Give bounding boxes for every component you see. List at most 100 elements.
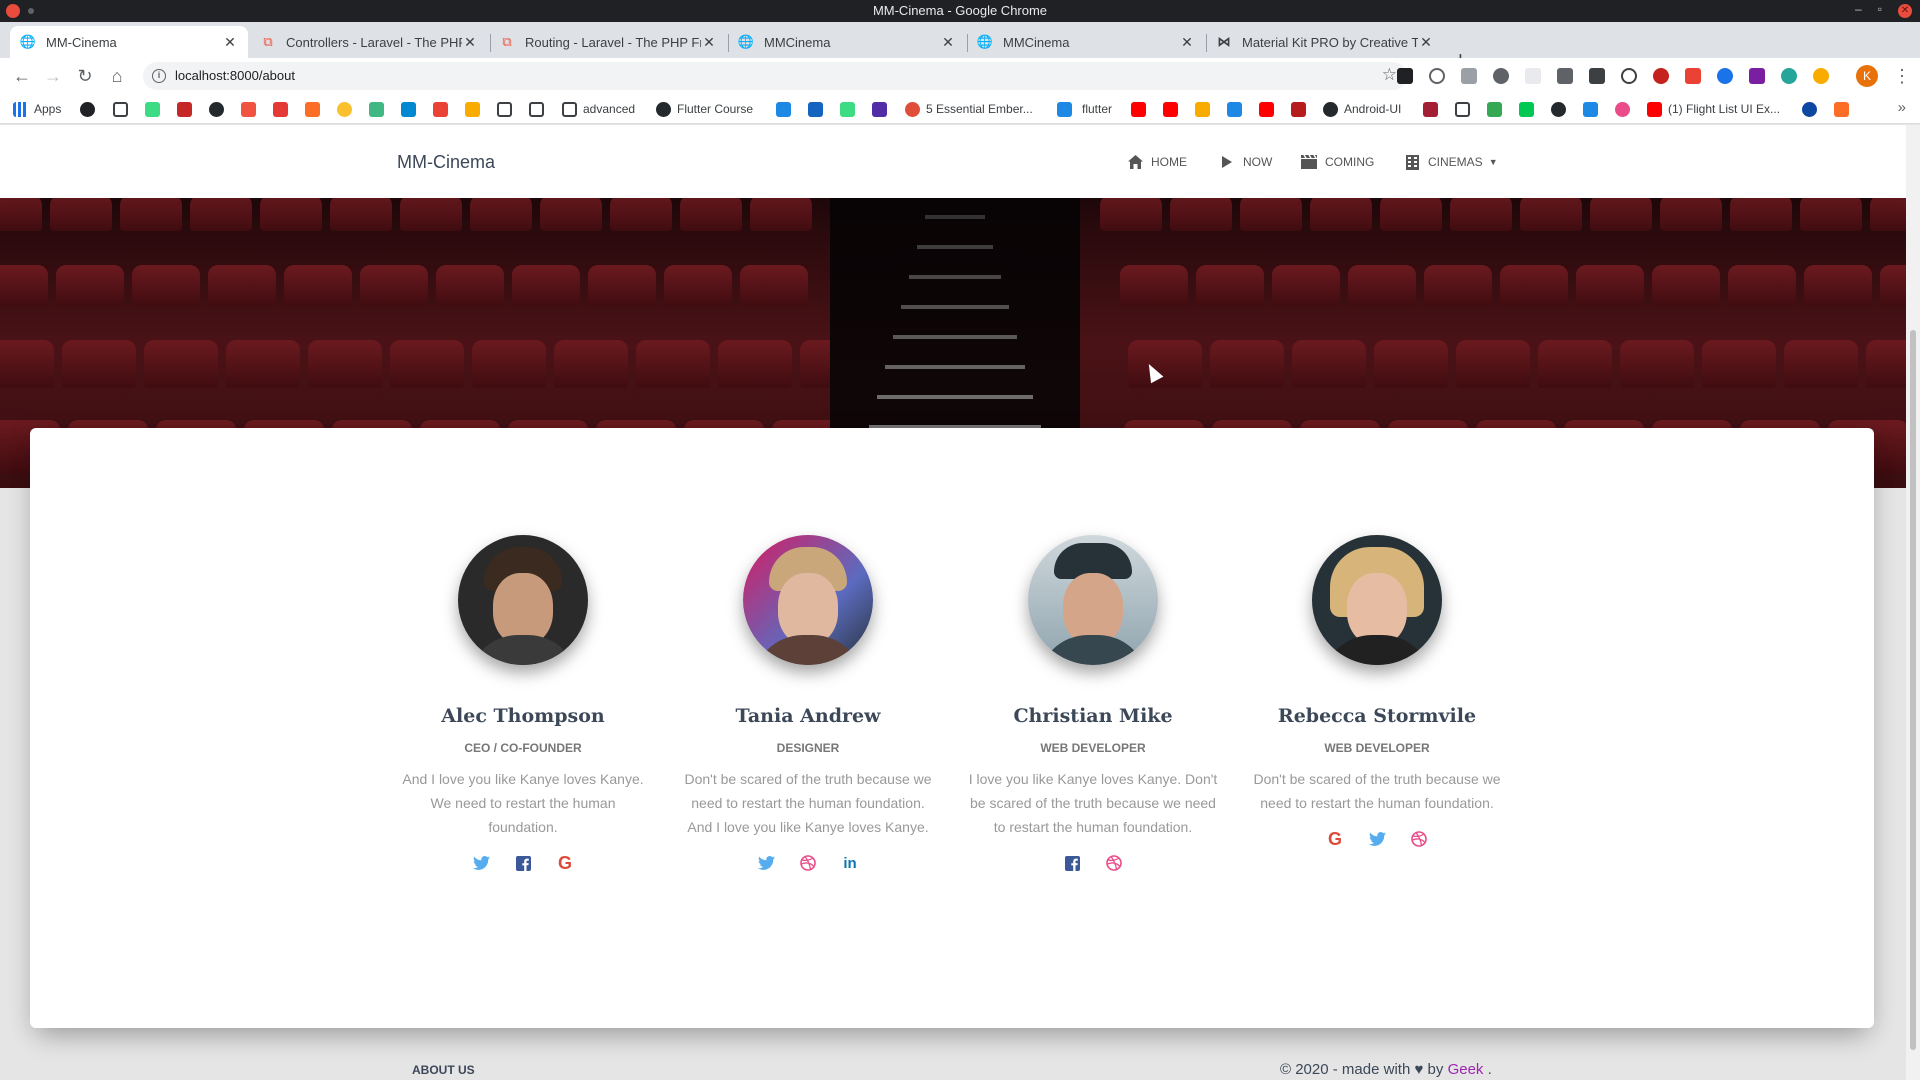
bookmark-item[interactable] bbox=[1291, 101, 1306, 117]
bookmark-item[interactable] bbox=[1615, 101, 1630, 117]
bookmark-android-ui[interactable]: Android-UI bbox=[1323, 101, 1401, 117]
bookmark-item[interactable] bbox=[1834, 101, 1849, 117]
bookmark-item[interactable] bbox=[1487, 101, 1502, 117]
address-bar[interactable]: i localhost:8000/about ☆ bbox=[143, 62, 1407, 90]
twitter-icon[interactable] bbox=[1367, 829, 1387, 849]
bookmark-item[interactable] bbox=[776, 101, 791, 117]
extension-icon[interactable] bbox=[1397, 68, 1413, 84]
extension-icon[interactable] bbox=[1781, 68, 1797, 84]
bookmark-advanced[interactable]: advanced bbox=[562, 101, 635, 117]
bookmark-item[interactable] bbox=[145, 101, 160, 117]
bookmark-item[interactable] bbox=[1423, 101, 1438, 117]
bookmark-item[interactable] bbox=[1163, 101, 1178, 117]
extension-icon[interactable] bbox=[1813, 68, 1829, 84]
bookmark-item[interactable] bbox=[465, 101, 480, 117]
nav-now[interactable]: NOW bbox=[1219, 154, 1272, 170]
tab-mm-cinema[interactable]: 🌐 MM-Cinema ✕ bbox=[10, 26, 248, 58]
bookmark-item[interactable] bbox=[1131, 101, 1146, 117]
tab-close-icon[interactable]: ✕ bbox=[462, 34, 478, 51]
bookmark-item[interactable] bbox=[1195, 101, 1210, 117]
extension-icon[interactable] bbox=[1493, 68, 1509, 84]
scrollbar-thumb[interactable] bbox=[1910, 330, 1916, 1050]
tab-controllers-laravel[interactable]: ⧉ Controllers - Laravel - The PHP Fr ✕ bbox=[250, 26, 488, 58]
bookmarks-overflow-icon[interactable]: » bbox=[1898, 99, 1906, 116]
bookmark-item[interactable] bbox=[209, 101, 224, 117]
tab-close-icon[interactable]: ✕ bbox=[1179, 34, 1195, 51]
bookmark-item[interactable] bbox=[808, 101, 823, 117]
bookmark-item[interactable] bbox=[177, 101, 192, 117]
minimize-icon[interactable]: – bbox=[1855, 2, 1862, 18]
dribbble-icon[interactable] bbox=[798, 853, 818, 873]
linkedin-icon[interactable]: in bbox=[840, 853, 860, 873]
url-text[interactable]: localhost:8000/about bbox=[175, 68, 295, 83]
extension-icon[interactable] bbox=[1749, 68, 1765, 84]
twitter-icon[interactable] bbox=[471, 853, 491, 873]
tab-close-icon[interactable]: ✕ bbox=[701, 34, 717, 51]
bookmark-item[interactable] bbox=[305, 101, 320, 117]
bookmark-item[interactable] bbox=[1455, 101, 1470, 117]
bookmark-item[interactable] bbox=[872, 101, 887, 117]
bookmark-item[interactable] bbox=[80, 101, 95, 117]
bookmark-item[interactable] bbox=[497, 101, 512, 117]
more-menu-icon[interactable]: ⋮ bbox=[1893, 64, 1911, 88]
extension-icon[interactable] bbox=[1653, 68, 1669, 84]
bookmark-item[interactable] bbox=[840, 101, 855, 117]
tab-close-icon[interactable]: ✕ bbox=[1418, 34, 1434, 51]
dribbble-icon[interactable] bbox=[1104, 853, 1124, 873]
close-window-icon[interactable]: ✕ bbox=[1898, 4, 1912, 18]
site-brand[interactable]: MM-Cinema bbox=[397, 152, 495, 173]
bookmark-item[interactable] bbox=[1551, 101, 1566, 117]
tab-material-kit-pro[interactable]: ⋈ Material Kit PRO by Creative Ti ✕ bbox=[1206, 26, 1444, 58]
facebook-icon[interactable] bbox=[1062, 853, 1082, 873]
nav-coming[interactable]: COMING bbox=[1301, 154, 1374, 170]
bookmark-item[interactable] bbox=[369, 101, 384, 117]
extension-icon[interactable] bbox=[1621, 68, 1637, 84]
author-link[interactable]: Geek bbox=[1448, 1061, 1484, 1078]
tab-close-icon[interactable]: ✕ bbox=[940, 34, 956, 51]
forward-icon[interactable]: → bbox=[41, 64, 65, 88]
bookmark-item[interactable] bbox=[1057, 101, 1072, 117]
bookmark-item[interactable] bbox=[401, 101, 416, 117]
bookmark-flutter-course[interactable]: Flutter Course bbox=[656, 101, 753, 117]
bookmark-ember[interactable]: 5 Essential Ember... bbox=[905, 101, 1033, 117]
tab-close-icon[interactable]: ✕ bbox=[222, 34, 238, 51]
bookmark-star-icon[interactable]: ☆ bbox=[1382, 65, 1397, 85]
google-icon[interactable]: G bbox=[1325, 829, 1345, 849]
page-scrollbar[interactable] bbox=[1906, 125, 1920, 1080]
facebook-icon[interactable] bbox=[513, 853, 533, 873]
extension-icon[interactable] bbox=[1589, 68, 1605, 84]
bookmark-item[interactable] bbox=[1259, 101, 1274, 117]
bookmark-item[interactable] bbox=[1519, 101, 1534, 117]
bookmark-item[interactable] bbox=[1227, 101, 1242, 117]
extension-icon[interactable] bbox=[1429, 68, 1445, 84]
nav-home[interactable]: HOME bbox=[1127, 154, 1187, 170]
bookmark-flutter[interactable]: flutter bbox=[1076, 101, 1112, 117]
twitter-icon[interactable] bbox=[756, 853, 776, 873]
nav-cinemas-dropdown[interactable]: CINEMAS ▼ bbox=[1404, 154, 1498, 170]
tab-mmcinema-1[interactable]: 🌐 MMCinema ✕ bbox=[728, 26, 966, 58]
footer-about-link[interactable]: ABOUT US bbox=[412, 1063, 475, 1077]
bookmark-item[interactable] bbox=[529, 101, 544, 117]
extension-icon[interactable] bbox=[1717, 68, 1733, 84]
back-icon[interactable]: ← bbox=[10, 64, 34, 88]
maximize-icon[interactable]: ▫ bbox=[1878, 2, 1882, 18]
bookmark-item[interactable] bbox=[1802, 101, 1817, 117]
bookmark-item[interactable] bbox=[433, 101, 448, 117]
bookmark-item[interactable] bbox=[241, 101, 256, 117]
site-info-icon[interactable]: i bbox=[152, 69, 166, 83]
extension-icon[interactable] bbox=[1461, 68, 1477, 84]
reload-icon[interactable]: ↻ bbox=[73, 64, 97, 88]
tab-mmcinema-2[interactable]: 🌐 MMCinema ✕ bbox=[967, 26, 1205, 58]
home-icon[interactable]: ⌂ bbox=[105, 64, 129, 88]
extension-icon[interactable] bbox=[1685, 68, 1701, 84]
tab-routing-laravel[interactable]: ⧉ Routing - Laravel - The PHP Fr ✕ bbox=[489, 26, 727, 58]
dribbble-icon[interactable] bbox=[1409, 829, 1429, 849]
bookmark-apps[interactable]: Apps bbox=[13, 101, 61, 117]
bookmark-item[interactable] bbox=[1583, 101, 1598, 117]
bookmark-item[interactable] bbox=[273, 101, 288, 117]
google-icon[interactable]: G bbox=[555, 853, 575, 873]
extension-icon[interactable] bbox=[1525, 68, 1541, 84]
gear-icon[interactable] bbox=[1557, 68, 1573, 84]
bookmark-flight-list[interactable]: (1) Flight List UI Ex... bbox=[1647, 101, 1780, 117]
bookmark-item[interactable] bbox=[337, 101, 352, 117]
